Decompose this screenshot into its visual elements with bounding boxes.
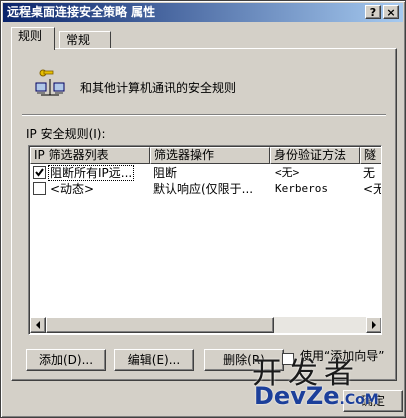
list-header: IP 筛选器列表 筛选器操作 身份验证方法 隧	[30, 147, 381, 164]
properties-dialog: 远程桌面连接安全策略 属性 ? × 规则 常规 和其他计算机通讯的安全规则 IP…	[0, 0, 406, 418]
network-computers-icon	[35, 69, 65, 96]
help-button[interactable]: ?	[365, 5, 381, 19]
checkmark-icon	[35, 168, 44, 177]
ip-rules-label: IP 安全规则(I):	[26, 127, 106, 141]
use-wizard-label: 使用“添加向导”	[300, 349, 385, 363]
auth-method-cell: Kerberos	[275, 182, 328, 195]
window-title: 远程桌面连接安全策略 属性	[7, 5, 156, 19]
title-bar[interactable]: 远程桌面连接安全策略 属性	[3, 3, 403, 22]
tunnel-cell: <无	[363, 182, 381, 196]
rule-checkbox[interactable]	[33, 166, 46, 179]
ip-rules-list[interactable]: IP 筛选器列表 筛选器操作 身份验证方法 隧 阻断所有IP远... 阻断 <无…	[28, 145, 382, 335]
rules-tab-panel: 和其他计算机通讯的安全规则 IP 安全规则(I): IP 筛选器列表 筛选器操作…	[11, 48, 397, 381]
horizontal-scrollbar[interactable]	[30, 317, 381, 333]
tab-rules[interactable]: 规则	[11, 27, 55, 50]
scroll-left-button[interactable]	[30, 317, 46, 333]
column-filter-action[interactable]: 筛选器操作	[150, 147, 270, 164]
filter-action-cell: 阻断	[153, 166, 178, 180]
rules-description: 和其他计算机通讯的安全规则	[80, 81, 237, 95]
use-wizard-checkbox[interactable]	[282, 353, 294, 365]
filter-list-cell: 阻断所有IP远...	[33, 165, 149, 181]
filter-list-text: <动态>	[50, 182, 95, 196]
filter-list-cell: <动态>	[33, 181, 149, 197]
rule-checkbox[interactable]	[33, 182, 46, 195]
ok-button[interactable]: 确定	[343, 390, 403, 412]
tab-general[interactable]: 常规	[59, 31, 111, 49]
close-button[interactable]: ×	[383, 5, 399, 19]
table-row[interactable]: <动态> 默认响应(仅限于... Kerberos <无	[30, 181, 381, 197]
edit-button[interactable]: 编辑(E)...	[114, 349, 194, 371]
separator	[22, 114, 386, 116]
arrow-left-icon	[36, 321, 40, 329]
arrow-right-icon	[372, 321, 376, 329]
scroll-thumb[interactable]	[46, 317, 274, 333]
filter-action-cell: 默认响应(仅限于...	[153, 182, 254, 196]
tunnel-cell: 无	[363, 166, 376, 180]
auth-method-cell: <无>	[275, 166, 300, 179]
column-auth-method[interactable]: 身份验证方法	[270, 147, 360, 164]
column-filter-list[interactable]: IP 筛选器列表	[30, 147, 150, 164]
filter-list-text: 阻断所有IP远...	[47, 165, 135, 181]
table-row[interactable]: 阻断所有IP远... 阻断 <无> 无	[30, 165, 381, 181]
column-tunnel[interactable]: 隧	[360, 147, 381, 164]
add-button[interactable]: 添加(D)...	[26, 349, 106, 371]
remove-button[interactable]: 删除(R)	[204, 349, 284, 371]
scroll-right-button[interactable]	[366, 317, 381, 333]
